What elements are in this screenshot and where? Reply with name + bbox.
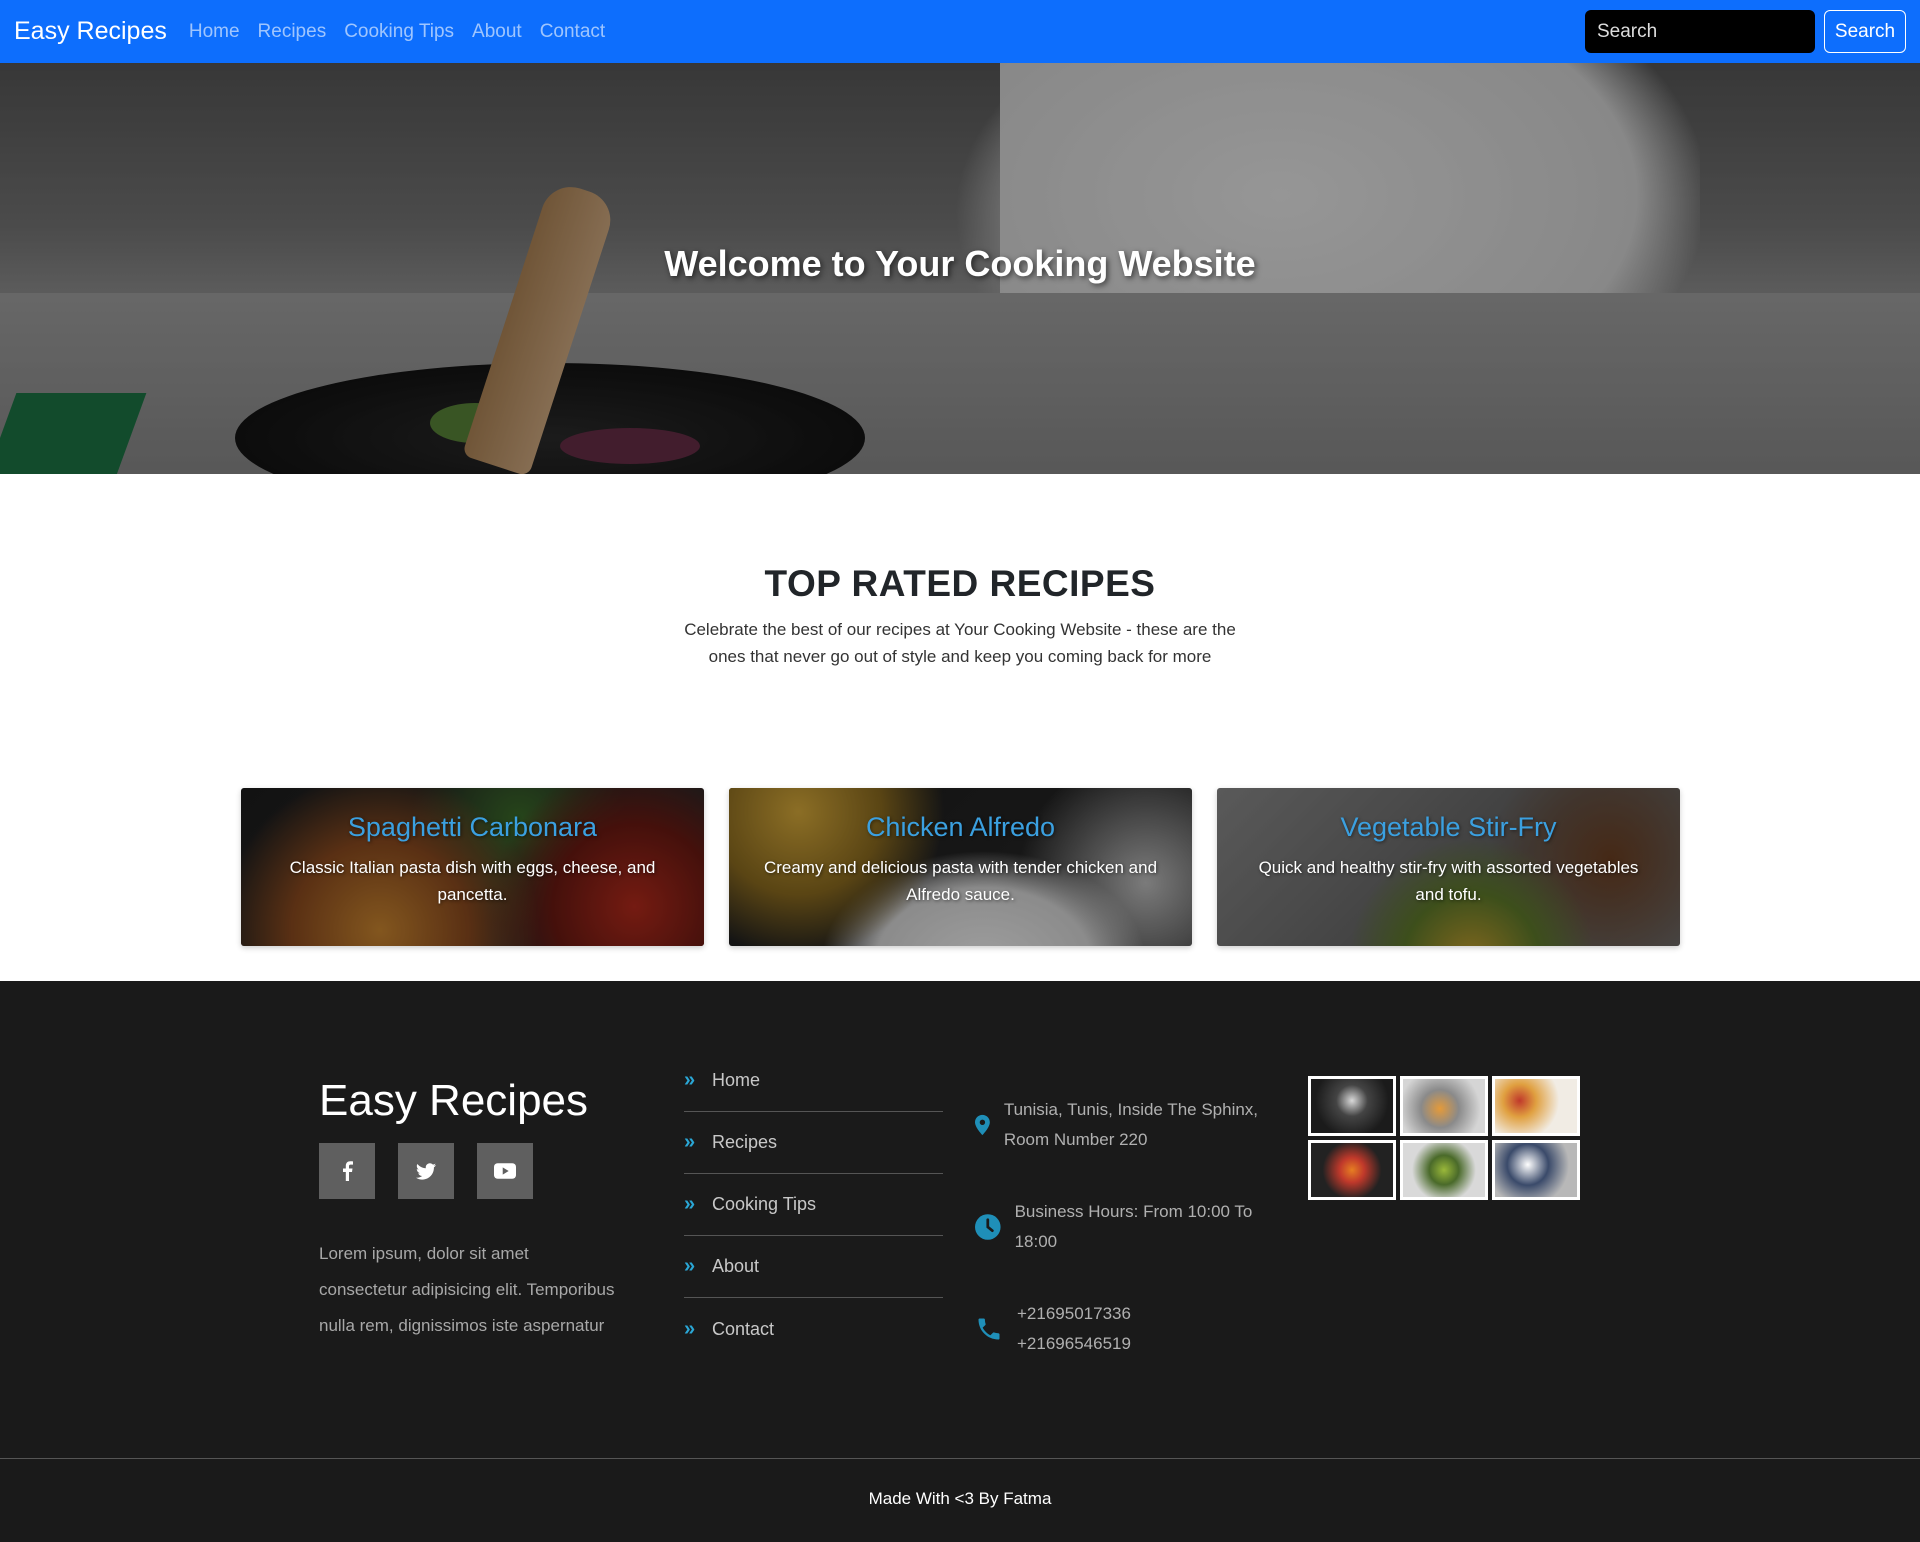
footer: Easy Recipes Lorem ipsum, dolor sit amet… — [0, 981, 1920, 1542]
footer-link-label: Recipes — [712, 1132, 778, 1152]
recipe-card-chicken-alfredo[interactable]: Chicken Alfredo Creamy and delicious pas… — [729, 788, 1192, 946]
contact-address: Tunisia, Tunis, Inside The Sphinx, Room … — [975, 1095, 1275, 1155]
nav-link-cooking-tips[interactable]: Cooking Tips — [335, 21, 463, 43]
youtube-icon[interactable] — [477, 1143, 533, 1199]
hero-title: Welcome to Your Cooking Website — [664, 243, 1256, 284]
recipe-card-title: Spaghetti Carbonara — [347, 812, 598, 842]
recipe-card-title: Vegetable Stir-Fry — [1340, 812, 1557, 842]
nav-links: Home Recipes Cooking Tips About Contact — [180, 21, 614, 43]
footer-link-recipes[interactable]: » Recipes — [684, 1112, 943, 1174]
footer-about-text: Lorem ipsum, dolor sit amet consectetur … — [319, 1244, 615, 1335]
nav-link-contact[interactable]: Contact — [531, 21, 614, 43]
footer-link-home[interactable]: » Home — [684, 1050, 943, 1112]
section-description: Celebrate the best of our recipes at You… — [684, 620, 1236, 666]
footer-link-contact[interactable]: » Contact — [684, 1298, 943, 1360]
double-chevron-right-icon: » — [684, 1193, 696, 1215]
contact-phone: +21695017336 +21696546519 — [975, 1299, 1275, 1359]
brand-logo[interactable]: Easy Recipes — [14, 17, 167, 46]
footer-credit: Made With <3 By Fatma — [868, 1489, 1052, 1508]
double-chevron-right-icon: » — [684, 1255, 696, 1277]
footer-divider — [0, 1458, 1920, 1459]
social-links — [319, 1143, 533, 1199]
recipe-card-title: Chicken Alfredo — [865, 812, 1056, 842]
contact-hours: Business Hours: From 10:00 To 18:00 — [975, 1197, 1275, 1257]
double-chevron-right-icon: » — [684, 1131, 696, 1153]
search-button[interactable]: Search — [1824, 10, 1906, 53]
navbar: Easy Recipes Home Recipes Cooking Tips A… — [0, 0, 1920, 63]
phone-number[interactable]: +21695017336 — [1017, 1299, 1131, 1329]
recipe-cards: Spaghetti Carbonara Classic Italian past… — [241, 788, 1680, 946]
hours-text: Business Hours: From 10:00 To 18:00 — [1014, 1202, 1253, 1251]
recipe-card-text: Creamy and delicious pasta with tender c… — [763, 858, 1158, 904]
footer-link-about[interactable]: » About — [684, 1236, 943, 1298]
gallery-image[interactable] — [1308, 1140, 1396, 1200]
address-text: Tunisia, Tunis, Inside The Sphinx, Room … — [1003, 1100, 1259, 1149]
recipe-card-spaghetti-carbonara[interactable]: Spaghetti Carbonara Classic Italian past… — [241, 788, 704, 946]
search-input[interactable] — [1585, 10, 1815, 53]
footer-brand: Easy Recipes — [319, 1076, 589, 1125]
section-title: TOP RATED RECIPES — [764, 563, 1156, 604]
clock-icon — [975, 1214, 1001, 1240]
nav-link-about[interactable]: About — [463, 21, 531, 43]
footer-link-label: Cooking Tips — [712, 1194, 817, 1214]
footer-link-label: Home — [712, 1070, 761, 1090]
hero-banner: Welcome to Your Cooking Website — [0, 63, 1920, 474]
double-chevron-right-icon: » — [684, 1069, 696, 1091]
footer-links: » Home » Recipes » Cooking Tips » About … — [684, 1050, 943, 1360]
nav-link-recipes[interactable]: Recipes — [249, 21, 336, 43]
nav-link-home[interactable]: Home — [180, 21, 249, 43]
footer-link-label: About — [712, 1256, 760, 1276]
gallery-image[interactable] — [1308, 1076, 1396, 1136]
footer-link-label: Contact — [712, 1318, 775, 1339]
double-chevron-right-icon: » — [684, 1317, 696, 1340]
footer-gallery — [1308, 1076, 1580, 1200]
facebook-icon[interactable] — [319, 1143, 375, 1199]
gallery-image[interactable] — [1400, 1076, 1488, 1136]
gallery-image[interactable] — [1492, 1140, 1580, 1200]
twitter-icon[interactable] — [398, 1143, 454, 1199]
gallery-image[interactable] — [1492, 1076, 1580, 1136]
search-form: Search — [1585, 10, 1906, 53]
gallery-image[interactable] — [1400, 1140, 1488, 1200]
footer-link-cooking-tips[interactable]: » Cooking Tips — [684, 1174, 943, 1236]
map-pin-icon — [975, 1114, 990, 1136]
recipe-card-text: Classic Italian pasta dish with eggs, ch… — [289, 858, 656, 904]
recipe-card-vegetable-stir-fry[interactable]: Vegetable Stir-Fry Quick and healthy sti… — [1217, 788, 1680, 946]
phone-icon — [978, 1318, 1000, 1340]
phone-numbers: +21695017336 +21696546519 — [1017, 1299, 1131, 1359]
recipe-card-text: Quick and healthy stir-fry with assorted… — [1258, 858, 1639, 904]
phone-number[interactable]: +21696546519 — [1017, 1329, 1131, 1359]
